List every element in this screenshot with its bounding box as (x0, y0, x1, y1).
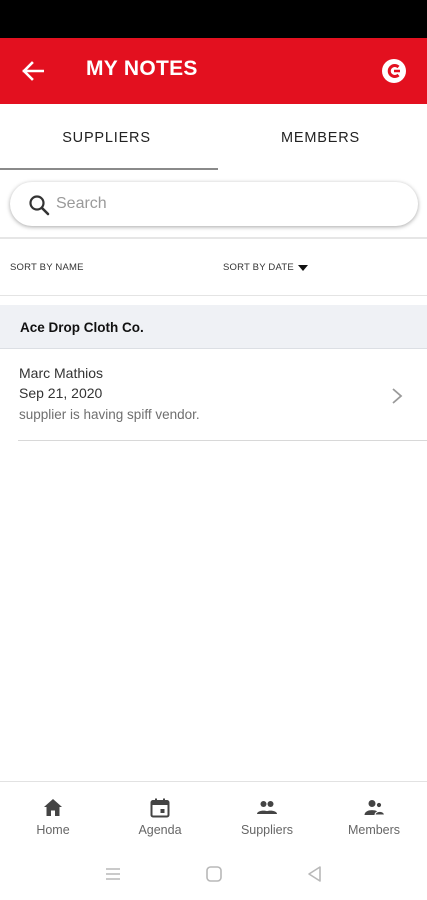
search-input[interactable] (56, 189, 396, 219)
note-list-item[interactable]: Marc Mathios Sep 21, 2020 supplier is ha… (0, 349, 427, 441)
sort-by-date-label: SORT BY DATE (223, 262, 294, 273)
app-bar: MY NOTES (0, 38, 427, 104)
nav-agenda-label: Agenda (138, 823, 182, 837)
chevron-right-icon (392, 388, 403, 404)
tab-members[interactable]: MEMBERS (214, 104, 427, 171)
tab-suppliers[interactable]: SUPPLIERS (0, 104, 213, 171)
divider (0, 295, 427, 296)
sort-row: SORT BY NAME SORT BY DATE (0, 240, 427, 295)
note-text: supplier is having spiff vendor. (19, 407, 200, 422)
divider (18, 440, 427, 441)
nav-members[interactable]: Members (321, 782, 427, 847)
note-date: Sep 21, 2020 (19, 385, 103, 401)
page-title: MY NOTES (86, 57, 198, 80)
caret-down-icon (297, 264, 308, 271)
sort-by-date-button[interactable]: SORT BY DATE (223, 262, 308, 273)
back-button[interactable] (18, 56, 48, 86)
group-title: Ace Drop Cloth Co. (20, 320, 144, 335)
people-icon (257, 801, 277, 814)
bottom-nav: Home Agenda Suppliers Members (0, 781, 427, 846)
home-icon (44, 799, 62, 816)
group-header: Ace Drop Cloth Co. (0, 305, 427, 349)
sort-by-name-button[interactable]: SORT BY NAME (10, 262, 84, 273)
note-author: Marc Mathios (19, 365, 104, 381)
sort-by-name-label: SORT BY NAME (10, 262, 84, 273)
tab-bar: SUPPLIERS MEMBERS (0, 104, 427, 171)
arrow-left-icon (22, 61, 44, 81)
tab-indicator (0, 168, 218, 170)
divider (0, 237, 427, 239)
brand-logo-icon[interactable] (381, 58, 407, 84)
search-box[interactable] (10, 182, 418, 226)
search-icon (29, 195, 50, 216)
nav-home[interactable]: Home (0, 782, 106, 847)
nav-home-label: Home (36, 823, 70, 837)
home-circle-icon[interactable] (203, 863, 225, 885)
calendar-icon (150, 798, 170, 818)
system-navigation-bar (0, 846, 427, 900)
members-icon (364, 800, 386, 816)
back-triangle-icon[interactable] (304, 863, 326, 885)
nav-members-label: Members (347, 823, 401, 837)
nav-suppliers-label: Suppliers (240, 823, 294, 837)
recents-icon[interactable] (102, 863, 124, 885)
nav-agenda[interactable]: Agenda (107, 782, 213, 847)
status-bar (0, 0, 427, 38)
nav-suppliers[interactable]: Suppliers (214, 782, 320, 847)
